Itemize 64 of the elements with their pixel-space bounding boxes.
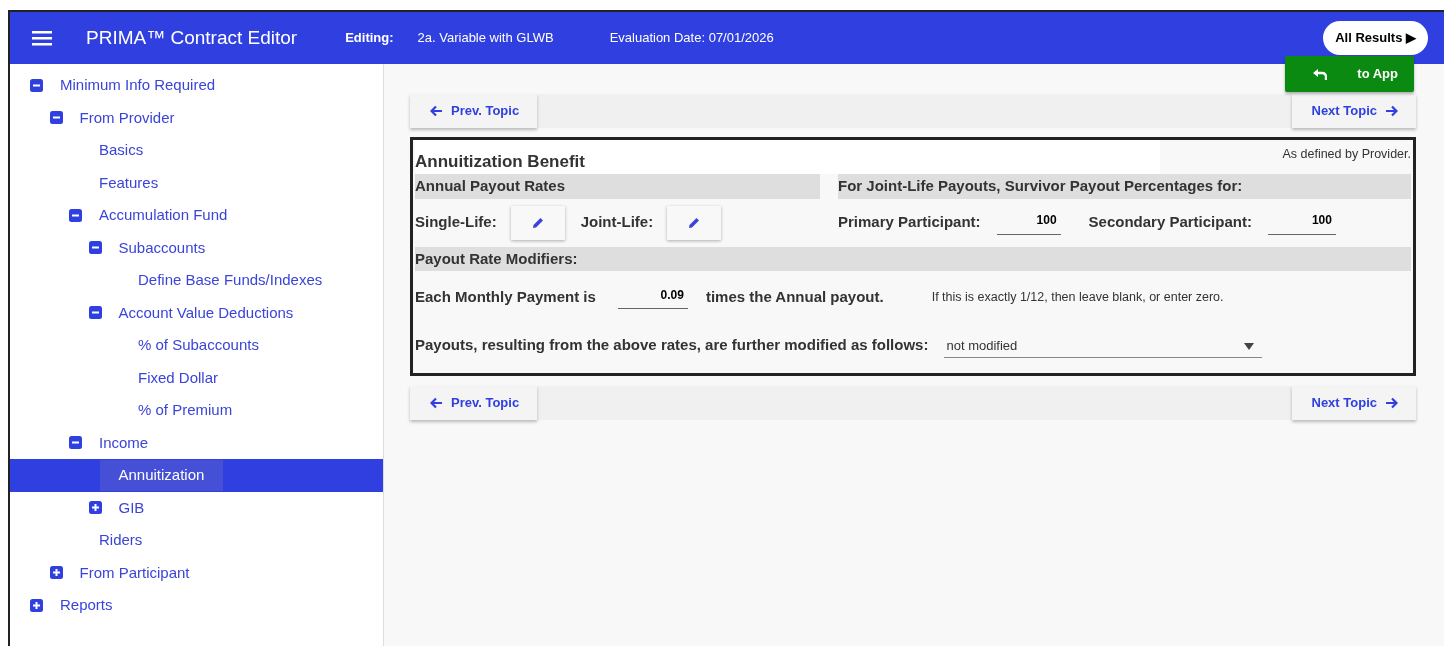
edit-button[interactable] xyxy=(667,205,722,240)
pencil-icon xyxy=(687,215,702,230)
right-arrow-icon xyxy=(1385,397,1398,409)
to-app-button[interactable]: to App xyxy=(1285,56,1414,92)
caret-icon xyxy=(1244,341,1255,350)
field-label: Payouts, resulting from the above rates, are further modified as follows: xyxy=(415,334,929,355)
contract-name: 2a. Variable with GLWB xyxy=(417,29,554,48)
left-arrow-icon xyxy=(430,397,443,409)
expand-icon xyxy=(49,566,63,580)
expand-icon xyxy=(30,598,43,612)
tree-item[interactable]: From Provider xyxy=(10,101,383,134)
next-topic-button[interactable]: Next Topic xyxy=(1291,386,1416,420)
panel-note: As defined by Provider. xyxy=(1281,146,1411,163)
tree-item[interactable]: % of Subaccounts xyxy=(10,329,383,362)
prev-topic-button[interactable]: Prev. Topic xyxy=(410,386,538,420)
tree-item[interactable]: Income xyxy=(10,426,383,459)
field-label: times the Annual payout. xyxy=(705,286,884,307)
input-field[interactable]: 100 xyxy=(996,210,1061,235)
right-arrow-icon xyxy=(1385,105,1398,117)
tree-item[interactable]: Fixed Dollar xyxy=(10,361,383,394)
tree-item[interactable]: Minimum Info Required xyxy=(10,69,383,102)
collapse-icon xyxy=(30,78,43,92)
edit-button[interactable] xyxy=(510,205,565,240)
all-results-button[interactable]: All Results ▶ xyxy=(1323,21,1428,55)
field-label: Each Monthly Payment is xyxy=(415,286,596,307)
section-heading: For Joint-Life Payouts, Survivor Payout Percentages for: xyxy=(838,174,1411,199)
input-field[interactable]: 0.09 xyxy=(617,285,688,309)
tree-item[interactable]: Define Base Funds/Indexes xyxy=(10,264,383,297)
tree-item[interactable]: Features xyxy=(10,166,383,199)
field-label: Single-Life: xyxy=(415,212,497,233)
tree-item[interactable]: Annuitization xyxy=(10,459,383,492)
tree-item[interactable]: % of Premium xyxy=(10,394,383,427)
section-heading: Payout Rate Modifiers: xyxy=(415,246,1411,271)
tree-item[interactable]: Basics xyxy=(10,134,383,167)
tree-item[interactable]: Account Value Deductions xyxy=(10,296,383,329)
hint-text: If this is exactly 1/12, then leave blank, or enter zero. xyxy=(931,288,1224,306)
next-topic-button[interactable]: Next Topic xyxy=(1291,94,1416,128)
return-arrow-icon xyxy=(1313,67,1328,80)
dropdown[interactable]: not modified xyxy=(944,331,1263,359)
prev-topic-button[interactable]: Prev. Topic xyxy=(410,94,538,128)
evaluation-date: Evaluation Date: 07/01/2026 xyxy=(609,29,774,48)
input-field[interactable]: 100 xyxy=(1267,210,1336,235)
tree-item[interactable]: Riders xyxy=(10,524,383,557)
tree-item[interactable]: Reports xyxy=(10,589,383,622)
collapse-icon xyxy=(69,208,82,222)
collapse-icon xyxy=(88,241,102,255)
collapse-icon xyxy=(49,111,63,125)
tree-item[interactable]: Accumulation Fund xyxy=(10,199,383,232)
editing-label: Editing: xyxy=(345,29,394,48)
field-label: Primary Participant: xyxy=(838,212,981,233)
collapse-icon xyxy=(69,436,82,450)
tree-item[interactable]: From Participant xyxy=(10,556,383,589)
expand-icon xyxy=(88,501,102,515)
collapse-icon xyxy=(88,306,102,320)
field-label: Joint-Life: xyxy=(580,212,654,233)
tree-item[interactable]: GIB xyxy=(10,491,383,524)
menu-icon xyxy=(32,30,52,46)
section-heading: Annual Payout Rates xyxy=(415,174,820,199)
left-arrow-icon xyxy=(430,105,443,117)
pencil-icon xyxy=(530,215,545,230)
tree-item[interactable]: Subaccounts xyxy=(10,231,383,264)
panel-title: Annuitization Benefit xyxy=(415,140,1160,174)
app-title: PRIMA™ Contract Editor xyxy=(86,25,298,50)
field-label: Secondary Participant: xyxy=(1088,212,1252,233)
